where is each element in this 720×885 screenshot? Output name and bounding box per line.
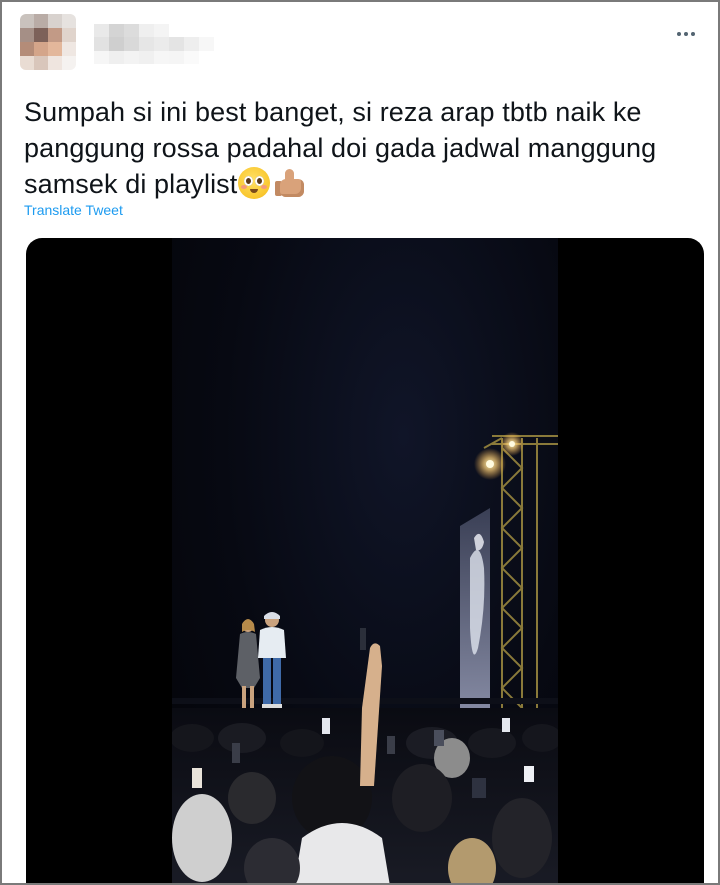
tweet-text: Sumpah si ini best banget, si reza arap … [24, 94, 694, 202]
translate-tweet-link[interactable]: Translate Tweet [24, 202, 123, 218]
thumbs-up-icon [274, 167, 306, 199]
tweet-card: Sumpah si ini best banget, si reza arap … [0, 0, 720, 885]
concert-scene [172, 432, 558, 883]
led-screen [460, 508, 490, 726]
pleading-face-icon [238, 167, 271, 199]
crowd [172, 628, 558, 883]
performer-left [236, 619, 260, 708]
more-options-icon[interactable] [674, 24, 698, 44]
avatar[interactable] [20, 14, 76, 70]
display-name-blurred[interactable] [94, 24, 214, 64]
tweet-body: Sumpah si ini best banget, si reza arap … [24, 97, 657, 199]
tweet-video[interactable] [26, 238, 704, 883]
performer-right [258, 612, 286, 708]
concert-video-frame[interactable] [172, 238, 558, 883]
stage-truss [483, 435, 558, 729]
